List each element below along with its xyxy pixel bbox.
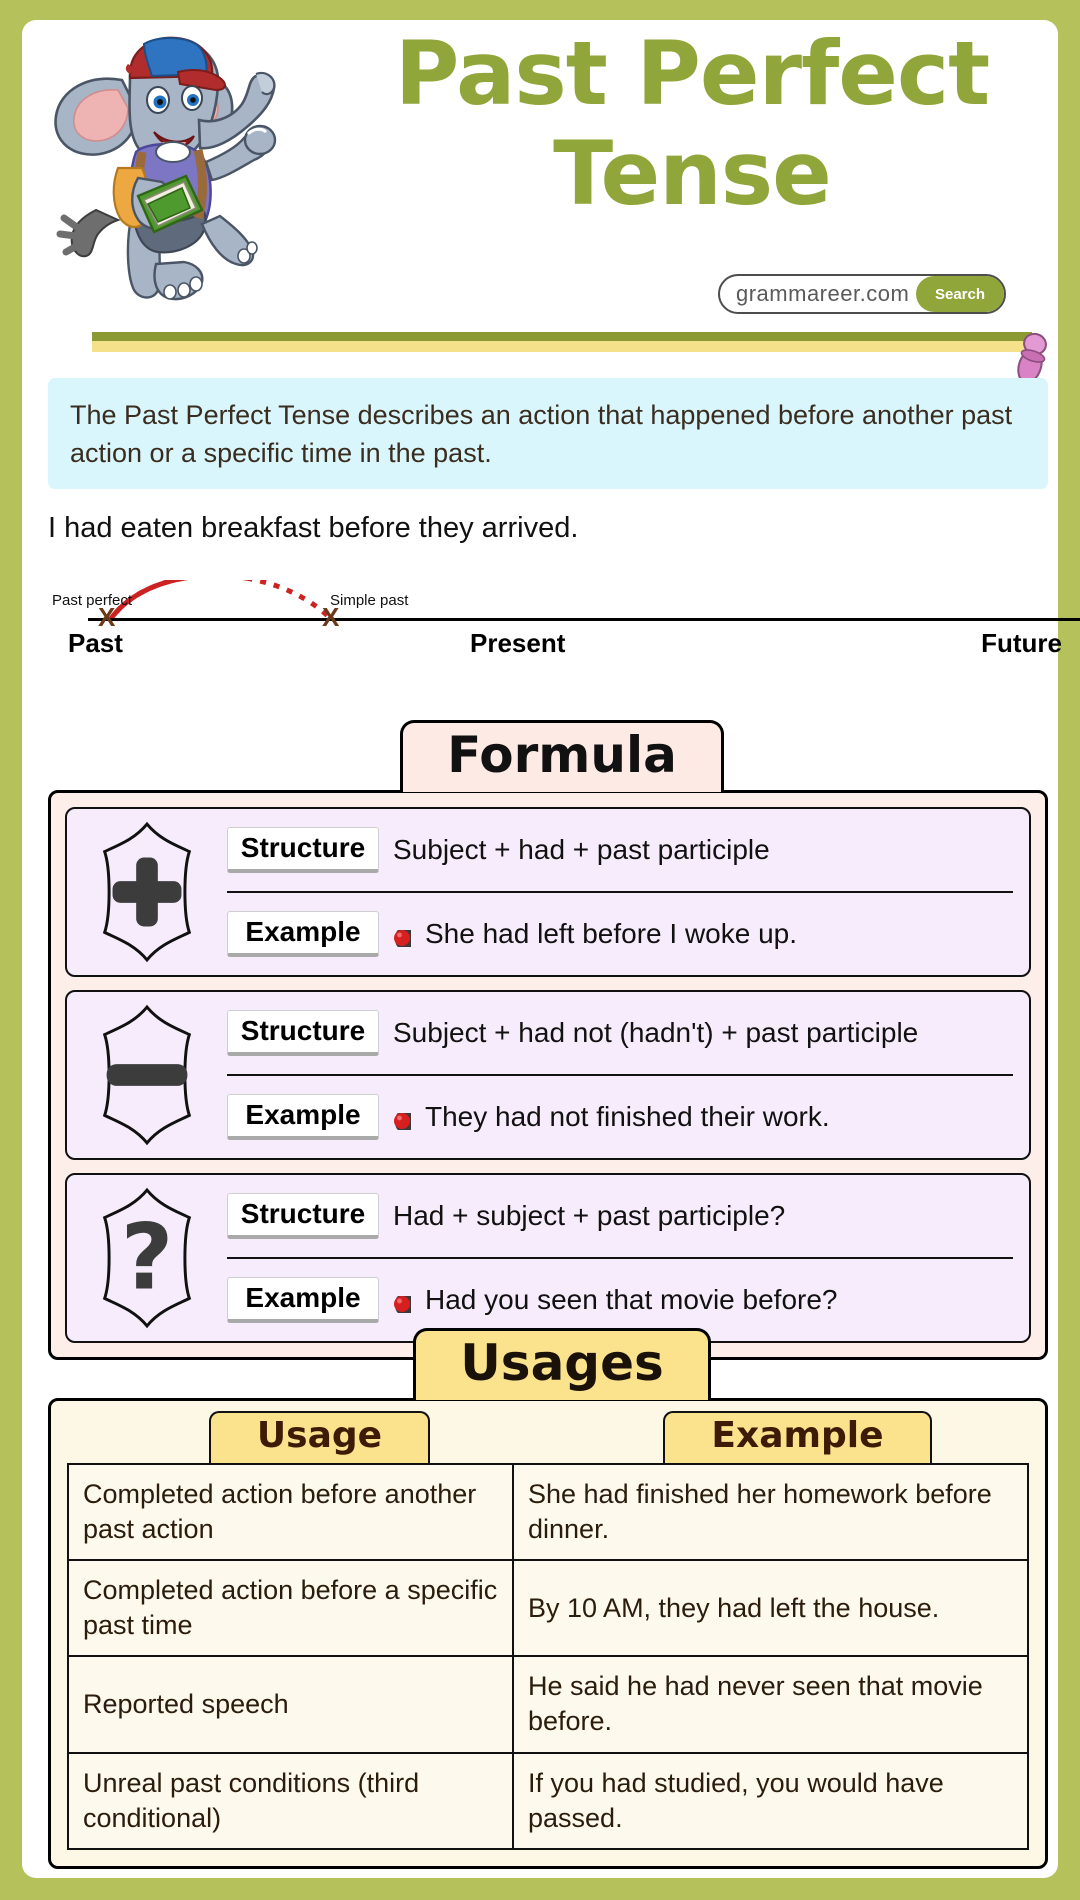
structure-label: Structure [227,1193,379,1239]
elephant-student-mascot-icon [34,28,304,318]
usages-section-header: Usages [22,1328,1080,1400]
example-text: Had you seen that movie before? [425,1284,838,1315]
example-label: Example [227,1277,379,1323]
formula-section-header: Formula [22,720,1080,792]
structure-text: Had + subject + past participle? [393,1200,786,1231]
white-sheet: Past Perfect Tense grammareer.com Search [22,20,1080,1878]
page-title: Past Perfect Tense [322,22,1062,226]
usages-table: Completed action before another past act… [67,1462,1029,1850]
formula-example-row: Example She had left before I woke up. [227,893,1013,975]
table-cell-usage: Completed action before another past act… [67,1462,514,1562]
example-label: Example [227,1094,379,1140]
timeline-label-future: Future [981,628,1062,658]
table-row: Unreal past conditions (third conditiona… [67,1751,1029,1850]
formula-example-row: Example They had not finished their work… [227,1076,1013,1158]
divider-yellow-bar [92,341,1032,352]
definition-box: The Past Perfect Tense describes an acti… [48,378,1048,489]
formula-structure-row: Structure Subject + had not (hadn't) + p… [227,992,1013,1076]
red-bullet-icon [393,1107,414,1130]
page-title-line2: Tense [553,122,832,226]
table-cell-usage: Unreal past conditions (third conditiona… [67,1751,514,1850]
timeline-marker2-label: Simple past [330,592,409,609]
usages-column-header-usage: Usage [208,1411,431,1463]
usages-section-title: Usages [413,1328,711,1400]
timeline-arc-solid [107,580,332,622]
timeline-marker1-label: Past perfect [52,592,133,609]
red-bullet-icon [393,1290,414,1313]
search-bar[interactable]: grammareer.com Search [718,274,1006,314]
usages-panel: Usage Example Completed action before an… [48,1398,1048,1869]
table-cell-usage: Completed action before a specific past … [67,1559,514,1658]
timeline-marker1-x: X [98,602,116,632]
structure-text: Subject + had + past participle [393,834,770,865]
formula-panel: Structure Subject + had + past participl… [48,790,1048,1360]
formula-structure-row: Structure Had + subject + past participl… [227,1175,1013,1259]
divider [92,332,1032,352]
table-cell-example: By 10 AM, they had left the house. [512,1559,1029,1658]
timeline-label-past: Past [68,628,123,658]
example-label: Example [227,911,379,957]
svg-text:?: ? [121,1206,174,1311]
usages-column-header-example: Example [663,1411,932,1463]
page-title-line1: Past Perfect [394,22,990,125]
table-cell-example: She had finished her homework before din… [512,1462,1029,1562]
timeline-marker2-x: X [322,602,340,632]
timeline-example-sentence: I had eaten breakfast before they arrive… [48,512,579,544]
example-text: They had not finished their work. [425,1101,830,1132]
table-row: Completed action before another past act… [67,1462,1029,1562]
red-bullet-icon [393,924,414,947]
table-cell-example: He said he had never seen that movie bef… [512,1655,1029,1754]
formula-card-affirmative: Structure Subject + had + past participl… [65,807,1031,977]
timeline-arc-dotted [107,580,332,622]
search-button[interactable]: Search [916,276,1004,312]
structure-text: Subject + had not (hadn't) + past partic… [393,1017,919,1048]
search-input[interactable]: grammareer.com [720,281,916,307]
usages-table-header: Usage Example [67,1401,1029,1463]
table-row: Reported speech He said he had never see… [67,1655,1029,1754]
minus-icon [67,992,227,1158]
timeline-axis [88,618,1080,621]
table-row: Completed action before a specific past … [67,1559,1029,1658]
header: Past Perfect Tense grammareer.com Search [22,20,1058,320]
formula-card-interrogative: ? Structure Had + subject + past partici… [65,1173,1031,1343]
formula-card-negative: Structure Subject + had not (hadn't) + p… [65,990,1031,1160]
timeline-diagram: Past perfect X Simple past X Past Presen… [40,580,1080,670]
structure-label: Structure [227,827,379,873]
infographic-page: Past Perfect Tense grammareer.com Search [0,0,1080,1900]
table-cell-usage: Reported speech [67,1655,514,1754]
plus-icon [67,809,227,975]
timeline-label-present: Present [470,628,566,658]
structure-label: Structure [227,1010,379,1056]
definition-text: The Past Perfect Tense describes an acti… [70,400,1013,469]
question-mark-icon: ? [67,1175,227,1341]
example-text: She had left before I woke up. [425,918,798,949]
divider-green-bar [92,332,1032,341]
formula-section-title: Formula [400,720,724,792]
table-cell-example: If you had studied, you would have passe… [512,1751,1029,1850]
formula-structure-row: Structure Subject + had + past participl… [227,809,1013,893]
